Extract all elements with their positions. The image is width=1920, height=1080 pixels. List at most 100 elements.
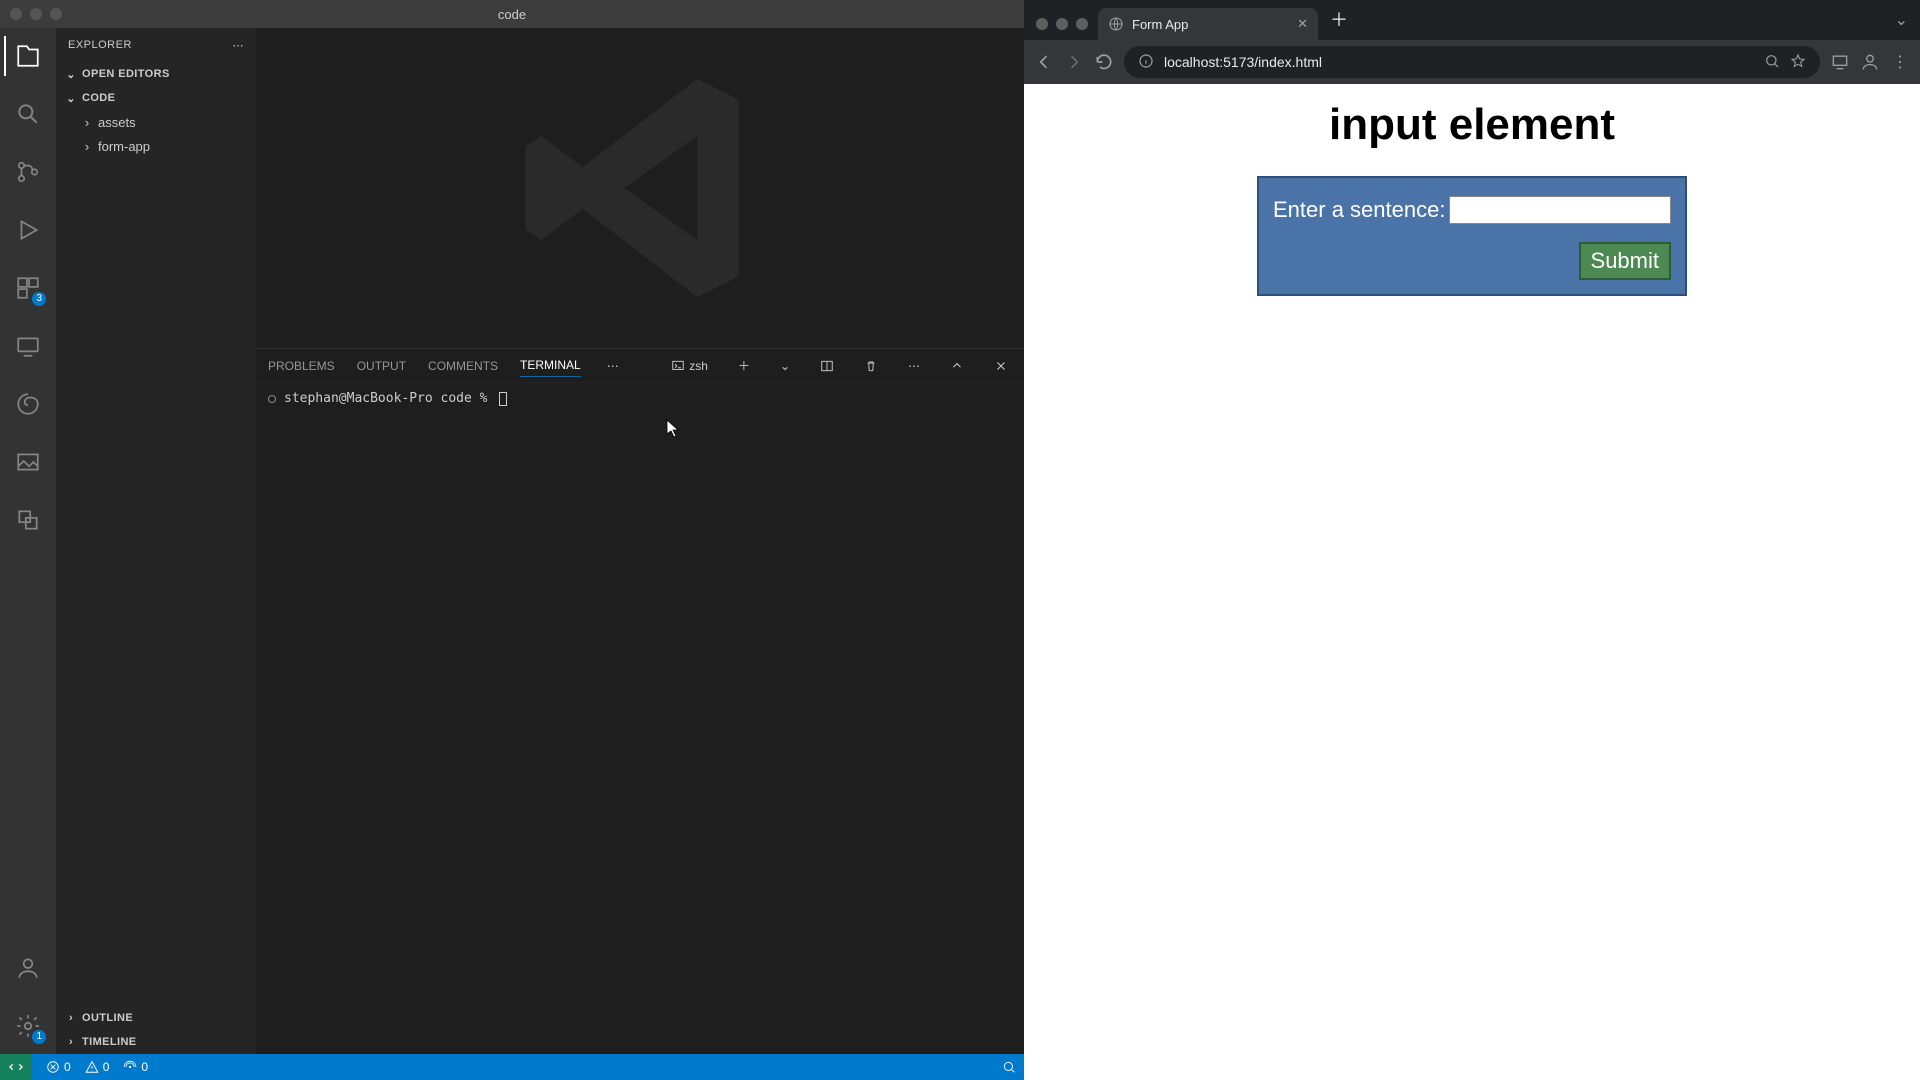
settings-gear-icon[interactable]: 1 [4,1006,52,1046]
address-bar[interactable]: localhost:5173/index.html [1124,46,1820,78]
browser-toolbar: localhost:5173/index.html ⋮ [1024,40,1920,84]
chevron-right-icon: › [80,115,94,130]
chevron-right-icon: › [64,1036,78,1048]
sentence-input[interactable] [1449,196,1671,224]
outline-section[interactable]: › OUTLINE [56,1006,256,1030]
panel-overflow-icon[interactable]: ⋯ [603,359,623,373]
terminal-cursor [499,392,507,406]
chevron-down-icon: ⌄ [64,68,78,81]
new-terminal-icon[interactable]: ＋ [734,357,754,374]
panel-tabs: PROBLEMS OUTPUT COMMENTS TERMINAL ⋯ zsh … [256,349,1024,383]
explorer-icon[interactable] [4,36,52,76]
tab-comments[interactable]: COMMENTS [428,355,498,377]
bottom-panel: PROBLEMS OUTPUT COMMENTS TERMINAL ⋯ zsh … [256,348,1024,1054]
error-count: 0 [64,1060,71,1074]
vscode-window: code 3 [0,0,1024,1080]
extensions-puzzle-icon[interactable] [1830,52,1850,72]
folder-label: form-app [98,139,150,154]
close-dot[interactable] [1036,18,1048,30]
mouse-cursor-icon [666,419,680,439]
search-icon[interactable] [4,94,52,134]
outline-label: OUTLINE [82,1012,133,1024]
accounts-icon[interactable] [4,948,52,988]
bookmark-star-icon[interactable] [1790,53,1806,72]
zoom-dot[interactable] [1076,18,1088,30]
status-ports[interactable]: 0 [123,1060,148,1074]
chevron-right-icon: › [64,1012,78,1024]
zoom-icon[interactable] [1764,53,1780,72]
close-dot[interactable] [10,8,22,20]
extensions-badge: 3 [32,292,46,306]
window-controls[interactable] [0,8,62,20]
page-content: input element Enter a sentence: Submit [1024,84,1920,1080]
open-editors-section[interactable]: ⌄ OPEN EDITORS [56,62,256,86]
edge-tools-icon[interactable] [4,384,52,424]
panel-more-icon[interactable]: ⋯ [904,359,924,373]
status-warnings[interactable]: 0 [85,1060,110,1074]
explorer-more-icon[interactable]: ⋯ [233,39,245,52]
folder-form-app[interactable]: › form-app [56,134,256,158]
folder-label: assets [98,115,136,130]
reload-icon[interactable] [1094,52,1114,72]
live-share-icon[interactable] [4,500,52,540]
minimize-dot[interactable] [30,8,42,20]
status-feedback-icon[interactable] [1002,1060,1016,1074]
maximize-panel-icon[interactable] [946,359,968,373]
extensions-icon[interactable]: 3 [4,268,52,308]
url-text: localhost:5173/index.html [1164,54,1754,70]
image-tools-icon[interactable] [4,442,52,482]
kill-terminal-icon[interactable] [860,359,882,373]
warning-count: 0 [103,1060,110,1074]
site-info-icon[interactable] [1138,53,1154,72]
folder-assets[interactable]: › assets [56,110,256,134]
terminal-dropdown-icon[interactable]: ⌄ [776,359,794,373]
prompt-status-icon [268,395,276,403]
explorer-header: EXPLORER ⋯ [56,28,256,62]
explorer-tree: ⌄ OPEN EDITORS ⌄ CODE › assets › form-ap… [56,62,256,1006]
browser-window: Form App ✕ ＋ ⌄ localhost:5173/index.html [1024,0,1920,1080]
vscode-watermark-icon [510,58,770,318]
terminal[interactable]: stephan@MacBook-Pro code % [256,383,1024,1054]
page-heading: input element [1329,100,1615,150]
browser-tabstrip: Form App ✕ ＋ ⌄ [1024,0,1920,40]
explorer-title: EXPLORER [68,39,132,51]
activity-bar: 3 1 [0,28,56,1054]
chevron-down-icon: ⌄ [64,92,78,105]
terminal-prompt: stephan@MacBook-Pro code % [284,391,495,406]
chevron-right-icon: › [80,139,94,154]
close-panel-icon[interactable] [990,359,1012,373]
forward-icon[interactable] [1064,52,1084,72]
tab-terminal[interactable]: TERMINAL [520,354,581,377]
zoom-dot[interactable] [50,8,62,20]
workspace-root[interactable]: ⌄ CODE [56,86,256,110]
remote-explorer-icon[interactable] [4,326,52,366]
minimize-dot[interactable] [1056,18,1068,30]
remote-indicator[interactable] [0,1054,32,1080]
terminal-shell-selector[interactable]: zsh [667,359,712,373]
close-tab-icon[interactable]: ✕ [1297,16,1308,32]
run-debug-icon[interactable] [4,210,52,250]
globe-icon [1108,16,1124,32]
new-tab-button[interactable]: ＋ [1318,6,1360,40]
browser-window-controls[interactable] [1032,18,1098,40]
back-icon[interactable] [1034,52,1054,72]
split-terminal-icon[interactable] [816,359,838,373]
tab-problems[interactable]: PROBLEMS [268,355,335,377]
browser-tab[interactable]: Form App ✕ [1098,8,1318,40]
browser-menu-icon[interactable]: ⋮ [1890,52,1910,72]
shell-name: zsh [689,359,708,373]
source-control-icon[interactable] [4,152,52,192]
ports-count: 0 [141,1060,148,1074]
status-bar: 0 0 0 [0,1054,1024,1080]
explorer-sidebar: EXPLORER ⋯ ⌄ OPEN EDITORS ⌄ CODE › asset… [56,28,256,1054]
tab-overflow-icon[interactable]: ⌄ [1895,10,1920,40]
workspace-root-label: CODE [82,92,115,104]
open-editors-label: OPEN EDITORS [82,68,170,80]
profile-icon[interactable] [1860,52,1880,72]
tab-output[interactable]: OUTPUT [357,355,406,377]
timeline-section[interactable]: › TIMELINE [56,1030,256,1054]
submit-button[interactable]: Submit [1579,242,1671,280]
status-errors[interactable]: 0 [46,1060,71,1074]
tab-title: Form App [1132,17,1188,32]
input-label: Enter a sentence: [1273,197,1445,223]
